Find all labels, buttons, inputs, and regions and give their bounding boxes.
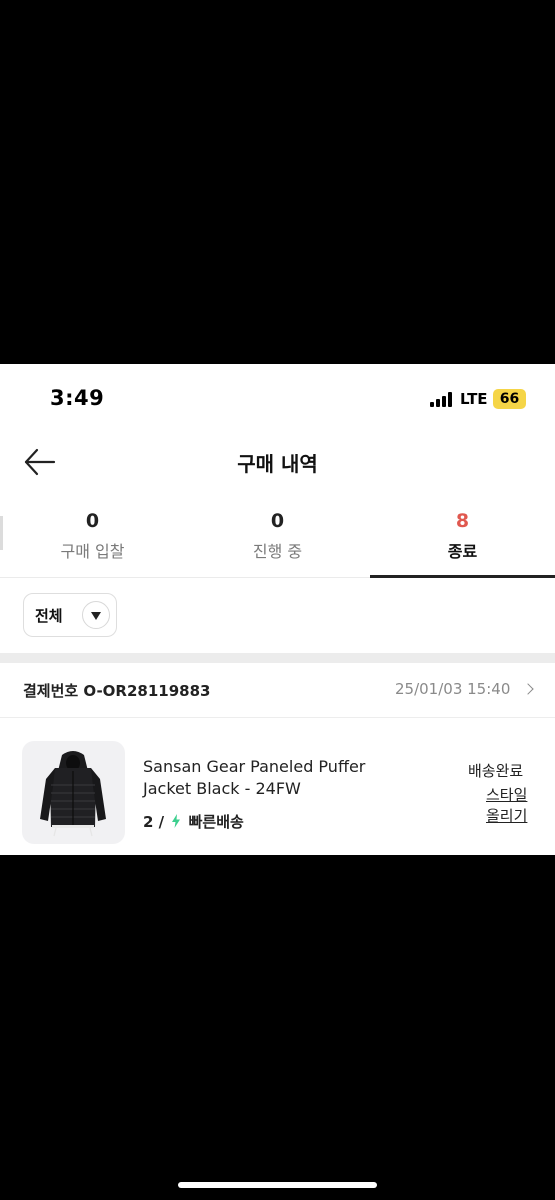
- tab-label: 구매 입찰: [60, 542, 125, 561]
- tab-count: 8: [455, 510, 470, 532]
- section-divider: [0, 653, 555, 663]
- product-name[interactable]: Sansan Gear Paneled Puffer Jacket Black …: [143, 756, 403, 800]
- tab-in-progress[interactable]: 0 진행 중: [185, 504, 370, 578]
- post-style-link-line: 올리기: [486, 807, 528, 825]
- tab-completed[interactable]: 8 종료: [370, 504, 555, 578]
- battery-icon: 66: [493, 389, 526, 409]
- page-header: 구매 내역: [0, 436, 555, 488]
- status-bar: 3:49 LTE 66: [0, 364, 555, 434]
- active-tab-indicator: [370, 575, 555, 578]
- home-indicator[interactable]: [178, 1182, 377, 1188]
- puffer-jacket-image: [40, 751, 106, 837]
- network-label: LTE: [460, 390, 488, 408]
- delivery-type: 빠른배송: [188, 813, 244, 831]
- status-tabs: 0 구매 입찰 0 진행 중 8 종료: [0, 504, 555, 578]
- bottom-letterbox: [0, 855, 555, 1200]
- chevron-right-icon: [522, 683, 534, 695]
- product-name-line: Sansan Gear Paneled Puffer: [143, 757, 366, 776]
- order-number: 결제번호 O-OR28119883: [23, 682, 211, 700]
- product-image[interactable]: [22, 741, 125, 844]
- delivery-status: 배송완료: [468, 762, 524, 780]
- app-screen: 3:49 LTE 66 구매 내역 0 구매 입찰 0 진행 중 8 종료 전체…: [0, 364, 555, 855]
- product-size: 2 /: [143, 813, 165, 831]
- tab-bidding[interactable]: 0 구매 입찰: [0, 504, 185, 578]
- tab-count: 0: [85, 510, 100, 532]
- tab-label: 진행 중: [252, 542, 303, 561]
- caret-down-icon: [82, 601, 110, 629]
- status-time: 3:49: [50, 386, 105, 410]
- tab-label: 종료: [447, 542, 478, 561]
- filter-label: 전체: [35, 607, 63, 625]
- top-letterbox: [0, 0, 555, 364]
- signal-icon: [430, 392, 454, 407]
- order-datetime: 25/01/03 15:40: [395, 680, 511, 698]
- page-title: 구매 내역: [237, 452, 318, 476]
- post-style-link[interactable]: 스타일 올리기: [486, 785, 536, 827]
- product-meta: 2 / 빠른배송: [143, 811, 244, 832]
- post-style-link-line: 스타일: [486, 786, 528, 804]
- product-name-line: Jacket Black - 24FW: [143, 779, 301, 798]
- filter-dropdown[interactable]: 전체: [23, 593, 117, 637]
- lightning-icon: [172, 814, 181, 828]
- tab-count: 0: [270, 510, 285, 532]
- order-header[interactable]: 결제번호 O-OR28119883 25/01/03 15:40: [0, 663, 555, 718]
